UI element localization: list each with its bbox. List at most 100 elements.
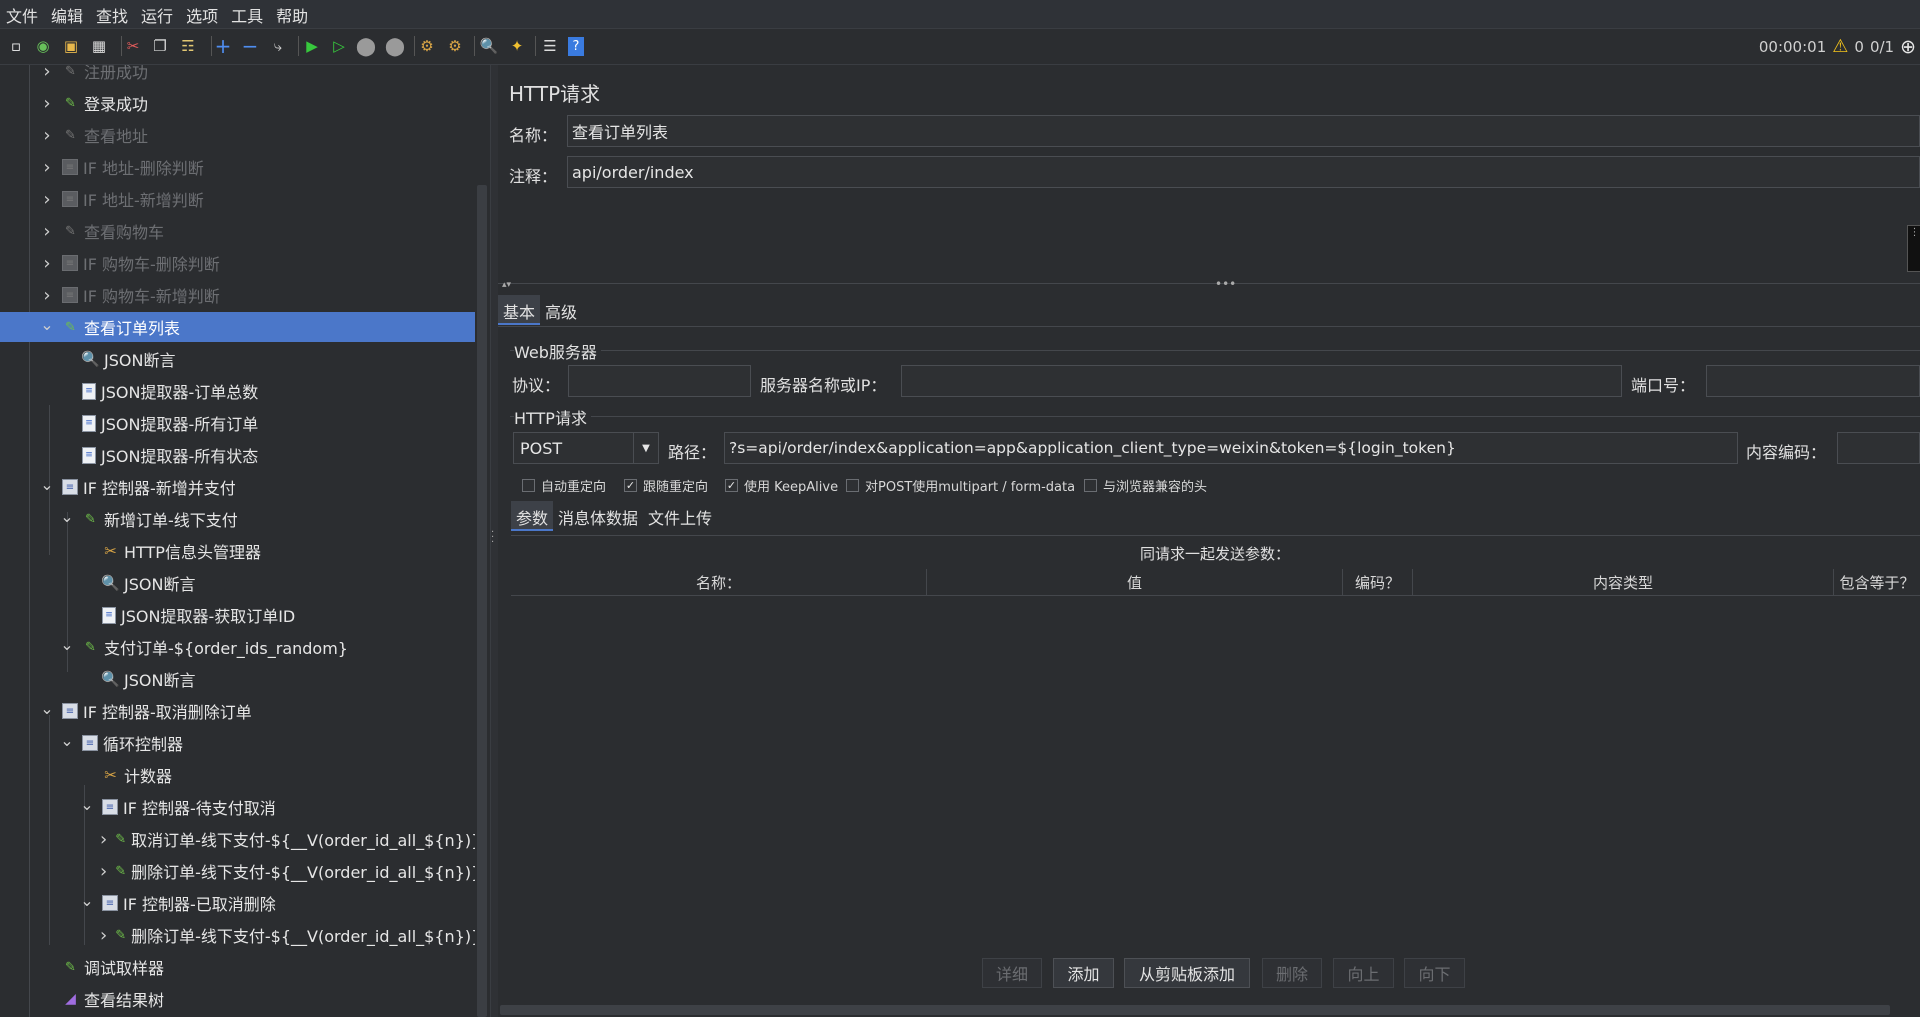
global-icon[interactable]: ⊕: [1900, 36, 1916, 58]
tree-node[interactable]: › ✎ 取消订单-线下支付-${__V(order_id_all_${n})}: [0, 824, 475, 854]
expanded-chevron-icon[interactable]: ⌄: [40, 699, 54, 718]
collapsed-chevron-icon[interactable]: ›: [40, 221, 54, 242]
paste-icon[interactable]: ☶: [178, 35, 198, 57]
move-up-button[interactable]: 向上: [1333, 958, 1394, 988]
protocol-field[interactable]: [568, 365, 751, 397]
collapse-arrows-icon[interactable]: ▴▾: [502, 280, 511, 290]
tree-node[interactable]: › ✎ 查看购物车: [0, 216, 475, 246]
tree-node[interactable]: ≡ JSON提取器-获取订单ID: [0, 600, 475, 630]
templates-icon[interactable]: ◉: [33, 35, 53, 57]
menu-help[interactable]: 帮助: [270, 0, 315, 27]
tree-node[interactable]: 🔍 JSON断言: [0, 568, 475, 598]
col-name[interactable]: 名称：: [511, 569, 927, 595]
col-content-type[interactable]: 内容类型: [1413, 569, 1834, 595]
col-encode[interactable]: 编码？: [1343, 569, 1413, 595]
menu-run[interactable]: 运行: [135, 0, 180, 27]
method-select[interactable]: POST ▼: [513, 432, 659, 464]
tree-node[interactable]: › ✎ 查看地址: [0, 120, 475, 150]
menu-options[interactable]: 选项: [180, 0, 225, 27]
checkbox-box[interactable]: [1084, 479, 1097, 492]
collapsed-chevron-icon[interactable]: ›: [100, 925, 107, 946]
tab-advanced[interactable]: 高级: [540, 295, 582, 325]
add-from-clipboard-button[interactable]: 从剪贴板添加: [1124, 958, 1250, 988]
follow-redirect-checkbox[interactable]: ✓ 跟随重定向: [624, 476, 708, 495]
collapsed-chevron-icon[interactable]: ›: [40, 189, 54, 210]
expanded-chevron-icon[interactable]: ⌄: [60, 635, 74, 654]
menu-search[interactable]: 查找: [90, 0, 135, 27]
expanded-chevron-icon[interactable]: ⌄: [60, 507, 74, 526]
new-icon[interactable]: ▫: [6, 35, 26, 57]
save-icon[interactable]: ▦: [89, 35, 109, 57]
multipart-checkbox[interactable]: 对POST使用multipart / form-data: [846, 476, 1075, 495]
open-icon[interactable]: ▣: [61, 35, 81, 57]
tree-node[interactable]: ≡ JSON提取器-所有状态: [0, 440, 475, 470]
tab-file-upload[interactable]: 文件上传: [643, 501, 717, 531]
tree-node[interactable]: › ≡ IF 购物车-删除判断: [0, 248, 475, 278]
comment-field[interactable]: api/order/index: [567, 156, 1920, 188]
expanded-chevron-icon[interactable]: ⌄: [40, 315, 54, 334]
start-no-pause-icon[interactable]: ▷: [329, 35, 349, 57]
tree-node[interactable]: › ✎ 登录成功: [0, 88, 475, 118]
chevron-down-icon[interactable]: ▼: [633, 433, 658, 463]
expanded-chevron-icon[interactable]: ⌄: [40, 475, 54, 494]
tree-node[interactable]: ≡ JSON提取器-所有订单: [0, 408, 475, 438]
menu-tools[interactable]: 工具: [225, 0, 270, 27]
move-down-button[interactable]: 向下: [1404, 958, 1465, 988]
collapsed-chevron-icon[interactable]: ›: [40, 253, 54, 274]
tree-node[interactable]: ⌄ ≡ 循环控制器: [0, 728, 475, 758]
search-icon[interactable]: 🔍: [479, 35, 499, 57]
name-field[interactable]: 查看订单列表: [567, 115, 1920, 147]
cut-icon[interactable]: ✂: [123, 35, 143, 57]
collapsed-chevron-icon[interactable]: ›: [40, 285, 54, 306]
collapsed-chevron-icon[interactable]: ›: [40, 65, 54, 82]
collapsed-chevron-icon[interactable]: ›: [40, 93, 54, 114]
tree-scrollbar[interactable]: [477, 185, 487, 1017]
shutdown-icon[interactable]: ⬤: [385, 35, 405, 57]
checkbox-box[interactable]: [522, 479, 535, 492]
tree-node[interactable]: ✎ 调试取样器: [0, 952, 475, 982]
toggle-icon[interactable]: ⤷: [268, 35, 288, 57]
copy-icon[interactable]: ❐: [150, 35, 170, 57]
tree-node[interactable]: ⌄ ≡ IF 控制器-新增并支付: [0, 472, 475, 502]
reset-search-icon[interactable]: ✦: [507, 35, 527, 57]
tree-node[interactable]: › ✎ 删除订单-线下支付-${__V(order_id_all_${n})}: [0, 856, 475, 886]
tree-node[interactable]: ✂ 计数器: [0, 760, 475, 790]
tree-node[interactable]: 🔍 JSON断言: [0, 344, 475, 374]
divider-grip-icon[interactable]: •••: [1215, 277, 1236, 291]
collapsed-chevron-icon[interactable]: ›: [40, 125, 54, 146]
horizontal-scrollbar[interactable]: [500, 1005, 1890, 1015]
start-icon[interactable]: ▶: [302, 35, 322, 57]
collapsed-chevron-icon[interactable]: ›: [100, 861, 107, 882]
port-field[interactable]: [1706, 365, 1920, 397]
tree-node[interactable]: ≡ JSON提取器-订单总数: [0, 376, 475, 406]
tab-parameters[interactable]: 参数: [511, 501, 554, 531]
tree-node[interactable]: ⌄ ≡ IF 控制器-待支付取消: [0, 792, 475, 822]
encoding-field[interactable]: [1837, 432, 1920, 464]
collapsed-chevron-icon[interactable]: ›: [100, 829, 107, 850]
expanded-chevron-icon[interactable]: ⌄: [80, 891, 94, 910]
col-value[interactable]: 值: [927, 569, 1343, 595]
tree-node[interactable]: ⌄ ✎ 支付订单-${order_ids_random}: [0, 632, 475, 662]
tab-basic[interactable]: 基本: [498, 295, 541, 325]
menu-file[interactable]: 文件: [0, 0, 45, 27]
side-grip-icon[interactable]: ⋮: [1907, 225, 1920, 272]
add-button[interactable]: 添加: [1053, 958, 1114, 988]
checkbox-box[interactable]: [846, 479, 859, 492]
tree-node[interactable]: ⌄ ≡ IF 控制器-取消删除订单: [0, 696, 475, 726]
tree-node[interactable]: 🔍 JSON断言: [0, 664, 475, 694]
server-field[interactable]: [901, 365, 1622, 397]
checkbox-box[interactable]: ✓: [624, 479, 637, 492]
path-field[interactable]: ?s=api/order/index&application=app&appli…: [724, 432, 1738, 464]
expanded-chevron-icon[interactable]: ⌄: [80, 795, 94, 814]
tab-body-data[interactable]: 消息体数据: [553, 501, 643, 531]
tree-node[interactable]: › ≡ IF 购物车-新增判断: [0, 280, 475, 310]
tree-node[interactable]: › ✎ 删除订单-线下支付-${__V(order_id_all_${n})}: [0, 920, 475, 950]
stop-icon[interactable]: ⬤: [356, 35, 376, 57]
detail-button[interactable]: 详细: [982, 958, 1042, 988]
collapsed-chevron-icon[interactable]: ›: [40, 157, 54, 178]
expanded-chevron-icon[interactable]: ⌄: [60, 731, 74, 750]
params-table-body[interactable]: [511, 596, 1920, 1016]
tree-node[interactable]: › ≡ IF 地址-删除判断: [0, 152, 475, 182]
checkbox-box[interactable]: ✓: [725, 479, 738, 492]
tree-node[interactable]: ⌄ ✎ 新增订单-线下支付: [0, 504, 475, 534]
